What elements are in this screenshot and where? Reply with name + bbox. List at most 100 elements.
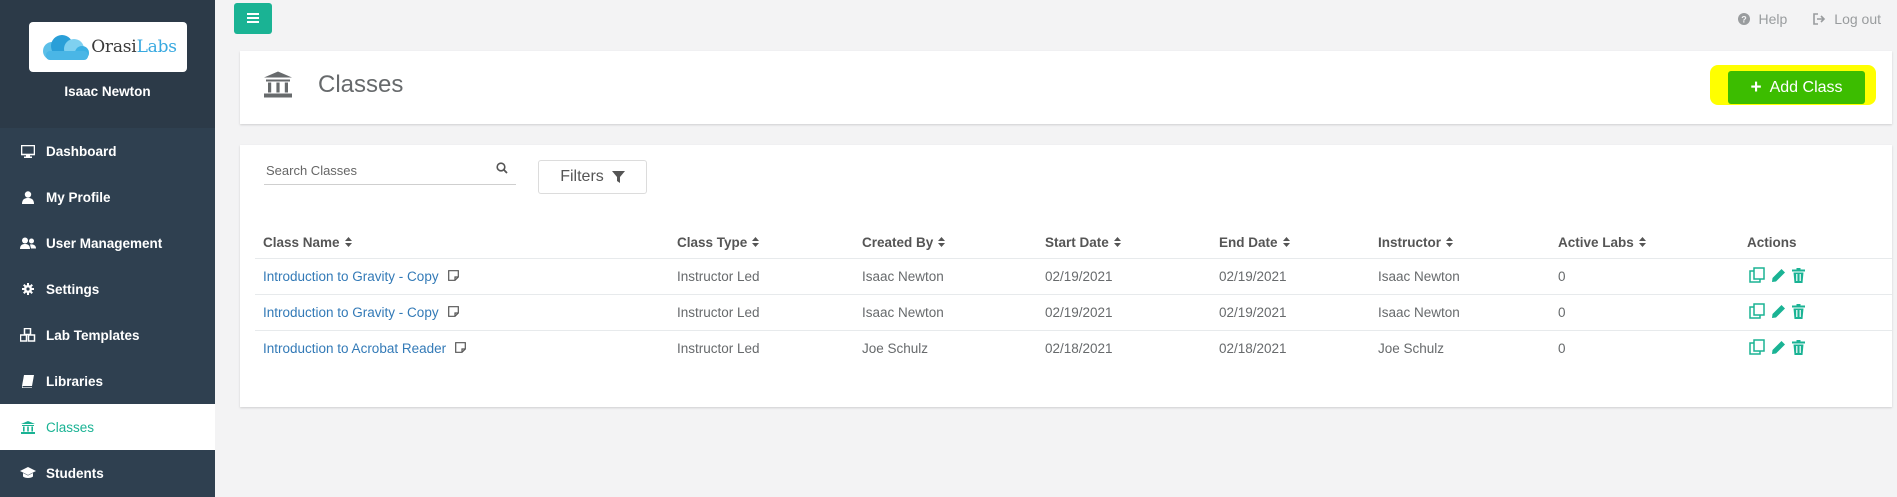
sidebar-item-my-profile[interactable]: My Profile [0, 174, 215, 220]
class-name-link[interactable]: Introduction to Acrobat Reader [263, 341, 467, 356]
sidebar-item-label: Classes [46, 419, 95, 435]
sidebar-item-classes[interactable]: Classes [0, 404, 215, 450]
logout-label: Log out [1834, 11, 1881, 27]
logout-link[interactable]: Log out [1813, 11, 1881, 27]
sidebar-item-students[interactable]: Students [0, 450, 215, 496]
copy-icon[interactable] [1749, 339, 1765, 355]
instructor-cell: Isaac Newton [1378, 269, 1460, 284]
column-header-class-type[interactable]: Class Type [677, 235, 760, 250]
active-labs-cell: 0 [1558, 269, 1566, 284]
users-icon [20, 235, 36, 251]
column-label: Class Name [263, 235, 340, 250]
user-name: Isaac Newton [64, 84, 151, 99]
edit-icon[interactable] [1771, 304, 1786, 319]
logo[interactable]: OrasiLabs [28, 22, 187, 72]
column-label: End Date [1219, 235, 1278, 250]
sidebar-item-libraries[interactable]: Libraries [0, 358, 215, 404]
sign-out-icon [1813, 13, 1826, 25]
column-label: Created By [862, 235, 934, 250]
user-icon [20, 189, 36, 205]
sort-icon [1638, 235, 1646, 250]
book-icon [20, 373, 36, 389]
class-type-cell: Instructor Led [677, 341, 760, 356]
note-icon[interactable] [455, 341, 467, 356]
start-date-cell: 02/19/2021 [1045, 269, 1113, 284]
column-header-actions: Actions [1747, 235, 1797, 250]
gear-icon [20, 281, 36, 297]
edit-icon[interactable] [1771, 268, 1786, 283]
sidebar-item-dashboard[interactable]: Dashboard [0, 128, 215, 174]
sidebar-item-settings[interactable]: Settings [0, 266, 215, 312]
row-actions [1749, 303, 1811, 319]
column-header-instructor[interactable]: Instructor [1378, 235, 1454, 250]
svg-text:?: ? [1742, 15, 1748, 25]
sidebar-item-label: Dashboard [46, 143, 117, 159]
add-class-button[interactable]: + Add Class [1728, 71, 1865, 104]
copy-icon[interactable] [1749, 303, 1765, 319]
classes-table-panel: Filters Class Name Class Type Created By… [240, 145, 1892, 407]
plus-icon: + [1750, 77, 1762, 98]
institution-icon [20, 419, 36, 435]
table-row: Introduction to Gravity - Copy Instructo… [255, 295, 1892, 331]
class-type-cell: Instructor Led [677, 269, 760, 284]
page-title: Classes [318, 71, 404, 98]
sidebar-item-label: Lab Templates [46, 327, 140, 343]
top-nav: ? Help Log out [1712, 11, 1881, 27]
sidebar-item-label: Settings [46, 281, 100, 297]
end-date-cell: 02/19/2021 [1219, 269, 1287, 284]
sort-icon [1446, 235, 1454, 250]
search-box [264, 157, 516, 185]
cloud-logo-icon [38, 29, 90, 65]
note-icon[interactable] [447, 269, 459, 284]
class-name-link[interactable]: Introduction to Gravity - Copy [263, 305, 459, 320]
created-by-cell: Isaac Newton [862, 269, 944, 284]
end-date-cell: 02/18/2021 [1219, 341, 1287, 356]
question-circle-icon: ? [1738, 13, 1751, 25]
help-link[interactable]: ? Help [1738, 11, 1787, 27]
hamburger-icon [247, 10, 259, 28]
search-icon[interactable] [496, 161, 508, 179]
column-header-start-date[interactable]: Start Date [1045, 235, 1121, 250]
sidebar-item-lab-templates[interactable]: Lab Templates [0, 312, 215, 358]
class-name-link[interactable]: Introduction to Gravity - Copy [263, 269, 459, 284]
sort-icon [344, 235, 352, 250]
column-label: Instructor [1378, 235, 1442, 250]
filters-button[interactable]: Filters [538, 160, 647, 194]
add-class-label: Add Class [1769, 78, 1843, 96]
logo-text: OrasiLabs [91, 37, 177, 57]
cubes-icon [20, 327, 36, 343]
end-date-cell: 02/19/2021 [1219, 305, 1287, 320]
sidebar-item-label: Students [46, 465, 104, 481]
sidebar-item-user-management[interactable]: User Management [0, 220, 215, 266]
table-row: Introduction to Gravity - Copy Instructo… [255, 259, 1892, 295]
copy-icon[interactable] [1749, 267, 1765, 283]
delete-icon[interactable] [1792, 267, 1805, 283]
column-header-class-name[interactable]: Class Name [263, 235, 352, 250]
sidebar-item-label: Libraries [46, 373, 104, 389]
note-icon[interactable] [447, 305, 459, 320]
created-by-cell: Isaac Newton [862, 305, 944, 320]
column-label: Class Type [677, 235, 748, 250]
filter-icon [611, 170, 625, 183]
instructor-cell: Joe Schulz [1378, 341, 1445, 356]
table-row: Introduction to Acrobat Reader Instructo… [255, 331, 1892, 367]
row-actions [1749, 267, 1811, 283]
row-actions [1749, 339, 1811, 355]
search-input[interactable] [266, 163, 486, 178]
profile-section: OrasiLabs Isaac Newton [0, 0, 215, 128]
class-type-cell: Instructor Led [677, 305, 760, 320]
active-labs-cell: 0 [1558, 305, 1566, 320]
delete-icon[interactable] [1792, 303, 1805, 319]
page-header: Classes + Add Class [240, 51, 1892, 124]
delete-icon[interactable] [1792, 339, 1805, 355]
sort-icon [938, 235, 946, 250]
menu-toggle-button[interactable] [234, 3, 272, 34]
column-label: Start Date [1045, 235, 1109, 250]
column-header-end-date[interactable]: End Date [1219, 235, 1290, 250]
column-header-created-by[interactable]: Created By [862, 235, 946, 250]
edit-icon[interactable] [1771, 340, 1786, 355]
sidebar-item-label: My Profile [46, 189, 111, 205]
created-by-cell: Joe Schulz [862, 341, 929, 356]
column-label: Actions [1747, 235, 1797, 250]
column-header-active-labs[interactable]: Active Labs [1558, 235, 1646, 250]
